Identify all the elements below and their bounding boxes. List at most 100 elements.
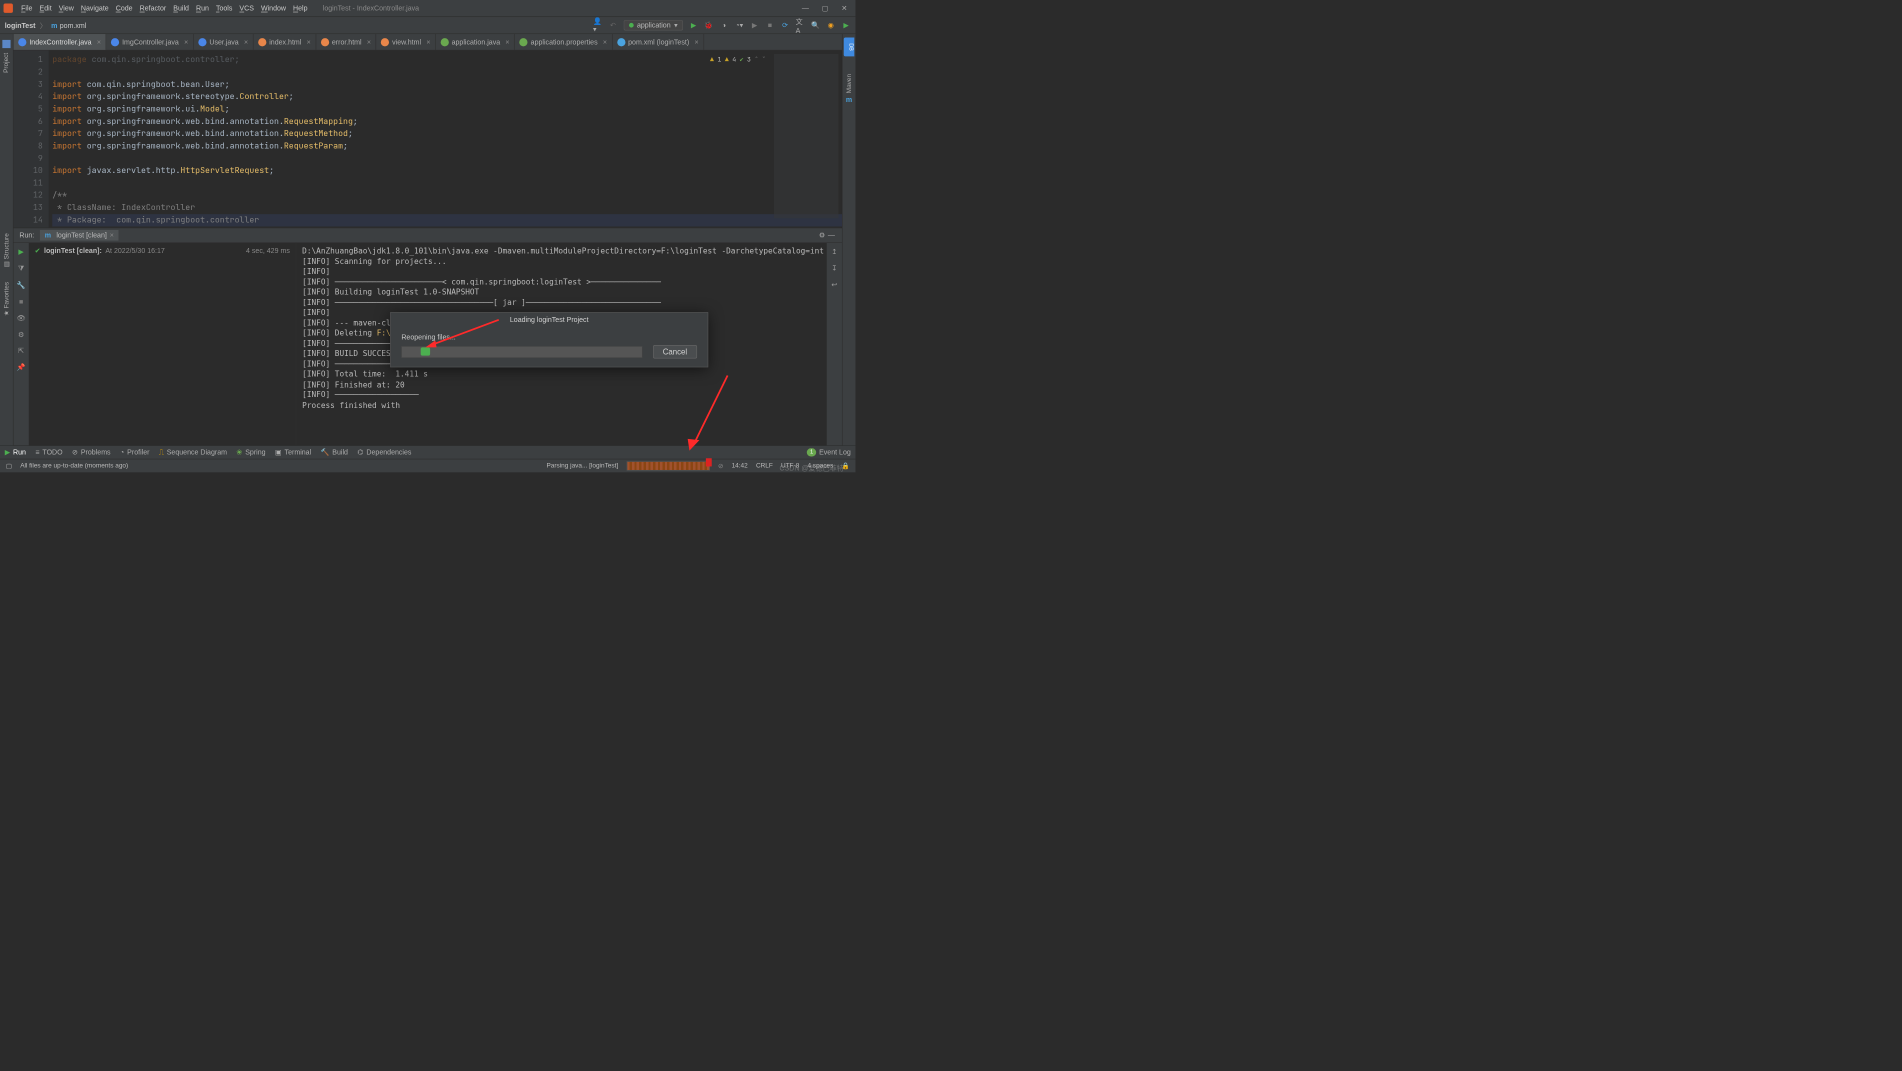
rerun-icon[interactable]: ▶ [18,248,23,256]
event-log[interactable]: 1Event Log [807,448,851,456]
menu-run[interactable]: Run [192,4,212,12]
menu-build[interactable]: Build [170,4,193,12]
run-task-tree[interactable]: ✔ loginTest [clean]: At 2022/5/30 16:17 … [29,243,297,445]
back-arrow-icon[interactable]: ↶ [608,21,617,30]
gear-icon[interactable]: ⚙ [18,330,24,338]
breadcrumb[interactable]: loginTest 〉 mpom.xml [5,20,87,30]
project-tool-label[interactable]: Project [3,53,10,73]
cancel-button[interactable]: Cancel [653,345,697,358]
editor-tab[interactable]: view.html× [376,34,435,50]
editor-tab[interactable]: IndexController.java× [13,34,106,50]
editor-tab[interactable]: application.java× [436,34,515,50]
editor-tab[interactable]: User.java× [194,34,254,50]
status-window-icon[interactable]: ▢ [6,462,12,470]
menu-view[interactable]: View [55,4,77,12]
export-icon[interactable]: ⇱ [18,347,24,355]
debug-icon[interactable]: 🐞 [704,21,713,30]
editor-tab[interactable]: index.html× [253,34,316,50]
minimize-icon[interactable]: — [802,4,809,12]
stop-icon[interactable]: ■ [19,297,23,305]
gear-icon[interactable]: ⚙ [817,231,826,240]
cancel-icon[interactable]: ⊘ [718,462,723,470]
menu-code[interactable]: Code [112,4,136,12]
menu-navigate[interactable]: Navigate [77,4,112,12]
coverage-icon[interactable]: ◑ [719,21,728,30]
run-icon[interactable]: ▶ [689,21,698,30]
close-icon[interactable]: × [244,38,248,46]
translate-icon[interactable]: 文A [796,21,805,30]
code-editor[interactable]: 123456789101112131415 package com.qin.sp… [13,50,841,227]
code-minimap[interactable] [774,54,839,218]
search-icon[interactable]: 🔍 [811,21,820,30]
update-icon[interactable]: ⟳ [780,21,789,30]
filter-icon[interactable]: ⧩ [18,264,24,273]
clock-time: 14:42 [732,462,748,469]
tool-terminal[interactable]: ▣Terminal [275,448,311,456]
close-icon[interactable]: × [110,231,114,239]
tool-problems[interactable]: ⊘Problems [72,448,111,456]
editor-tab[interactable]: ImgController.java× [106,34,193,50]
background-task[interactable]: Parsing java... [loginTest] [546,462,618,469]
close-icon[interactable]: × [184,38,188,46]
chevron-up-icon[interactable]: ˆ [754,54,758,66]
stop-icon[interactable]: ■ [765,21,774,30]
sync-icon[interactable]: ◉ [826,21,835,30]
code-area[interactable]: package com.qin.springboot.controller;im… [49,50,842,227]
menu-vcs[interactable]: VCS [236,4,258,12]
soft-wrap-icon[interactable]: ↩ [831,280,837,288]
tool-build[interactable]: 🔨Build [321,448,348,456]
close-icon[interactable]: × [505,38,509,46]
menu-window[interactable]: Window [257,4,289,12]
menu-tools[interactable]: Tools [212,4,235,12]
maven-tool-label[interactable]: Maven [846,74,853,93]
tool-run[interactable]: ▶Run [5,448,26,456]
tool-dependencies[interactable]: ⌬Dependencies [357,448,411,456]
profile-icon[interactable]: ◔▾ [735,21,744,30]
inspection-widget[interactable]: ▲1 ▲4 ✔3 ˆ ˇ [710,54,766,66]
close-icon[interactable]: × [603,38,607,46]
editor-tab[interactable]: pom.xml (loginTest)× [612,34,704,50]
pin-icon[interactable]: 📌 [17,363,26,371]
menu-refactor[interactable]: Refactor [136,4,170,12]
play-jrebel-icon[interactable]: ▶ [841,21,850,30]
structure-tool-icon[interactable]: ▤ Structure [3,233,11,267]
tool-profiler[interactable]: ◔Profiler [120,448,149,456]
project-tool-icon[interactable] [2,40,10,48]
line-sep[interactable]: CRLF [756,462,773,469]
chevron-down-icon[interactable]: ˇ [762,54,766,66]
close-icon[interactable]: × [367,38,371,46]
close-icon[interactable]: ✕ [841,4,847,12]
file-type-icon [381,38,389,46]
database-tool-icon[interactable]: DB [844,38,855,57]
rerun-icon[interactable]: ▶ [750,21,759,30]
window-controls: — ▢ ✕ [802,4,847,12]
close-icon[interactable]: × [426,38,430,46]
wrench-icon[interactable]: 🔧 [17,281,26,289]
editor-tab[interactable]: error.html× [316,34,376,50]
menu-edit[interactable]: Edit [36,4,55,12]
menu-file[interactable]: File [18,4,36,12]
scroll-up-icon[interactable]: ↥ [831,248,837,256]
close-icon[interactable]: × [694,38,698,46]
tool-spring[interactable]: ❀Spring [236,448,265,456]
maximize-icon[interactable]: ▢ [822,4,829,12]
user-dropdown-icon[interactable]: 👤▾ [593,21,602,30]
close-icon[interactable]: × [97,38,101,46]
run-config-selector[interactable]: application ▾ [623,20,683,31]
tool-todo[interactable]: ≡TODO [35,448,62,456]
run-tab[interactable]: m loginTest [clean] × [40,230,118,241]
breadcrumb-file[interactable]: pom.xml [60,21,87,29]
close-icon[interactable]: × [307,38,311,46]
eye-icon[interactable]: 👁 [17,314,26,322]
scroll-down-icon[interactable]: ↧ [831,264,837,272]
progress-bar[interactable] [626,461,709,470]
warning-icon: ▲ [710,54,714,66]
menu-help[interactable]: Help [290,4,312,12]
favorites-tool-icon[interactable]: ★ Favorites [3,282,11,316]
file-type-icon [18,38,26,46]
tool-sequence[interactable]: ⎍Sequence Diagram [159,448,227,457]
breadcrumb-project[interactable]: loginTest [5,21,36,29]
hide-icon[interactable]: — [827,231,836,240]
maven-icon[interactable]: m [846,96,852,104]
editor-tab[interactable]: application.properties× [515,34,612,50]
